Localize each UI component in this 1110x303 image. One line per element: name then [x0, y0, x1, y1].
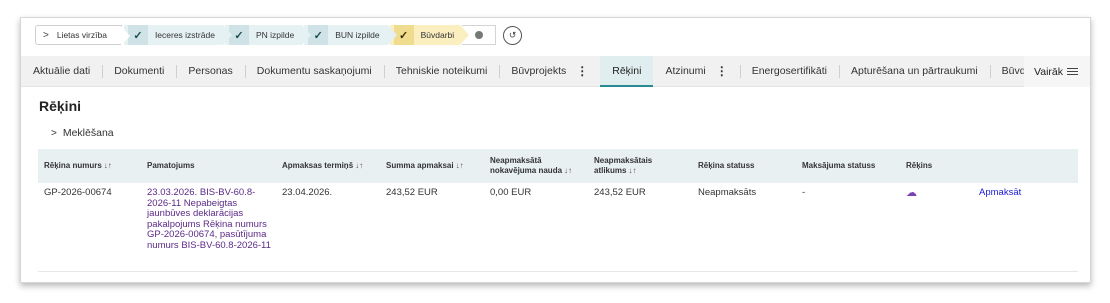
check-icon: ✓ — [228, 25, 249, 45]
pay-link[interactable]: Apmaksāt — [973, 187, 1078, 199]
tab-8[interactable]: Energosertifikāti — [739, 56, 839, 87]
column-header-label: Maksājuma statuss — [802, 161, 876, 170]
tab-4[interactable]: Tehniskie noteikumi — [383, 56, 500, 87]
search-toggle[interactable]: > Meklēšana — [51, 127, 114, 139]
invoice-basis-link[interactable]: 23.03.2026. BIS-BV-60.8-2026-11 Nepabeig… — [141, 187, 276, 251]
column-header-label: Neapmaksātā nokavējuma nauda — [490, 156, 563, 175]
column-header-label: Rēķina numurs — [44, 161, 102, 170]
amount: 243,52 EUR — [386, 187, 438, 198]
case-progress: > Lietas virzība ✓ Ieceres izstrāde ✓ PN… — [35, 24, 523, 46]
due-date: 23.04.2026. — [282, 187, 333, 198]
tab-label: Atzinumi — [665, 65, 706, 77]
column-header: Pamatojums — [141, 161, 276, 171]
check-icon: ✓ — [393, 25, 414, 45]
column-header[interactable]: Neapmaksātā nokavējuma nauda ↓↑ — [484, 156, 588, 176]
column-header-label: Rēķina statuss — [698, 161, 755, 170]
table-header: Rēķina numurs ↓↑ Pamatojums Apmaksas termiņ… — [38, 149, 1078, 183]
column-header: Rēķins — [900, 161, 973, 171]
progress-step-current: ✓ Būvdarbi — [389, 25, 470, 45]
column-header-label: Pamatojums — [147, 161, 195, 170]
tab-7[interactable]: Atzinumi ⋮ — [653, 56, 739, 87]
progress-step-2: ✓ PN izpilde — [224, 25, 312, 45]
tab-9[interactable]: Apturēšana un pārtraukumi — [839, 56, 990, 87]
history-icon[interactable]: ↺ — [503, 25, 523, 45]
tab-3[interactable]: Dokumentu saskaņojumi — [244, 56, 384, 87]
case-flow-label: Lietas virzība — [56, 30, 107, 40]
tab-label: Aktuālie dati — [33, 65, 91, 77]
invoice-download[interactable]: ☁ — [900, 188, 973, 200]
kebab-menu-icon[interactable]: ⋮ — [716, 64, 728, 78]
progress-step-label: Ieceres izstrāde — [154, 30, 215, 40]
column-header-label: Neapmaksātais atlikums — [594, 156, 653, 175]
check-icon: ✓ — [127, 25, 148, 45]
tab-label: Tehniskie noteikumi — [395, 65, 488, 77]
more-label: Vairāk — [1034, 65, 1063, 78]
remaining: 243,52 EUR — [594, 187, 646, 198]
app-window: > Lietas virzība ✓ Ieceres izstrāde ✓ PN… — [20, 17, 1091, 283]
progress-step-3: ✓ BUN izpilde — [304, 25, 397, 45]
progress-step-label: PN izpilde — [255, 30, 295, 40]
tab-label: Rēķini — [612, 65, 642, 77]
tab-0[interactable]: Aktuālie dati — [21, 56, 102, 87]
more-menu-button[interactable]: Vairāk — [1024, 56, 1090, 87]
tab-bar: Aktuālie dati Dokumenti Personas Dokumentu … — [21, 55, 1090, 87]
column-header-label: Rēķins — [906, 161, 933, 170]
tab-label: Dokumentu saskaņojumi — [256, 65, 372, 77]
sort-icon[interactable]: ↓↑ — [564, 166, 572, 175]
penalty: 0,00 EUR — [490, 187, 532, 198]
invoice-status: Neapmaksāts — [698, 187, 757, 198]
sort-icon[interactable]: ↓↑ — [355, 161, 363, 170]
payment-status: - — [802, 187, 806, 198]
tab-label: Apturēšana un pārtraukumi — [851, 65, 978, 77]
tab-2[interactable]: Personas — [176, 56, 244, 87]
tab-1[interactable]: Dokumenti — [102, 56, 176, 87]
sort-icon[interactable]: ↓↑ — [456, 161, 464, 170]
case-flow-toggle[interactable]: > Lietas virzība — [35, 25, 130, 46]
progress-step-label: BUN izpilde — [335, 30, 380, 40]
status-dot-icon — [474, 31, 483, 39]
kebab-menu-icon[interactable]: ⋮ — [576, 64, 588, 78]
column-header: Rēķina statuss — [692, 161, 796, 171]
column-header: Maksājuma statuss — [796, 161, 900, 171]
cloud-download-icon[interactable]: ☁ — [906, 187, 917, 199]
page-title: Rēķini — [39, 98, 82, 114]
column-header-label: Summa apmaksai — [386, 161, 454, 170]
column-header[interactable]: Rēķina numurs ↓↑ — [38, 161, 141, 171]
sort-icon[interactable]: ↓↑ — [104, 161, 112, 170]
column-header[interactable]: Neapmaksātais atlikums ↓↑ — [588, 156, 692, 176]
progress-step-1: ✓ Ieceres izstrāde — [123, 25, 232, 45]
sort-icon[interactable]: ↓↑ — [628, 166, 636, 175]
tab-label: Personas — [188, 65, 233, 77]
search-label: Meklēšana — [62, 127, 114, 139]
menu-icon — [1067, 67, 1078, 76]
invoices-table: Rēķina numurs ↓↑ Pamatojums Apmaksas termiņ… — [38, 149, 1078, 272]
progress-step-label: Būvdarbi — [420, 30, 455, 40]
tab-label: Dokumenti — [114, 65, 165, 77]
tab-5[interactable]: Būvprojekts ⋮ — [499, 56, 600, 87]
table-row: GP-2026-00674 23.03.2026. BIS-BV-60.8-20… — [38, 183, 1078, 272]
invoice-number: GP-2026-00674 — [44, 187, 112, 198]
column-header[interactable]: Summa apmaksai ↓↑ — [380, 161, 484, 171]
tab-6[interactable]: Rēķini — [600, 55, 654, 87]
column-header[interactable]: Apmaksas termiņš ↓↑ — [276, 161, 380, 171]
check-icon: ✓ — [308, 25, 329, 45]
tab-label: Būvprojekts — [511, 65, 567, 77]
column-header-label: Apmaksas termiņš — [282, 161, 354, 170]
chevron-right-icon: > — [51, 127, 57, 139]
chevron-right-icon: > — [43, 29, 49, 41]
tab-label: Energosertifikāti — [751, 65, 827, 77]
